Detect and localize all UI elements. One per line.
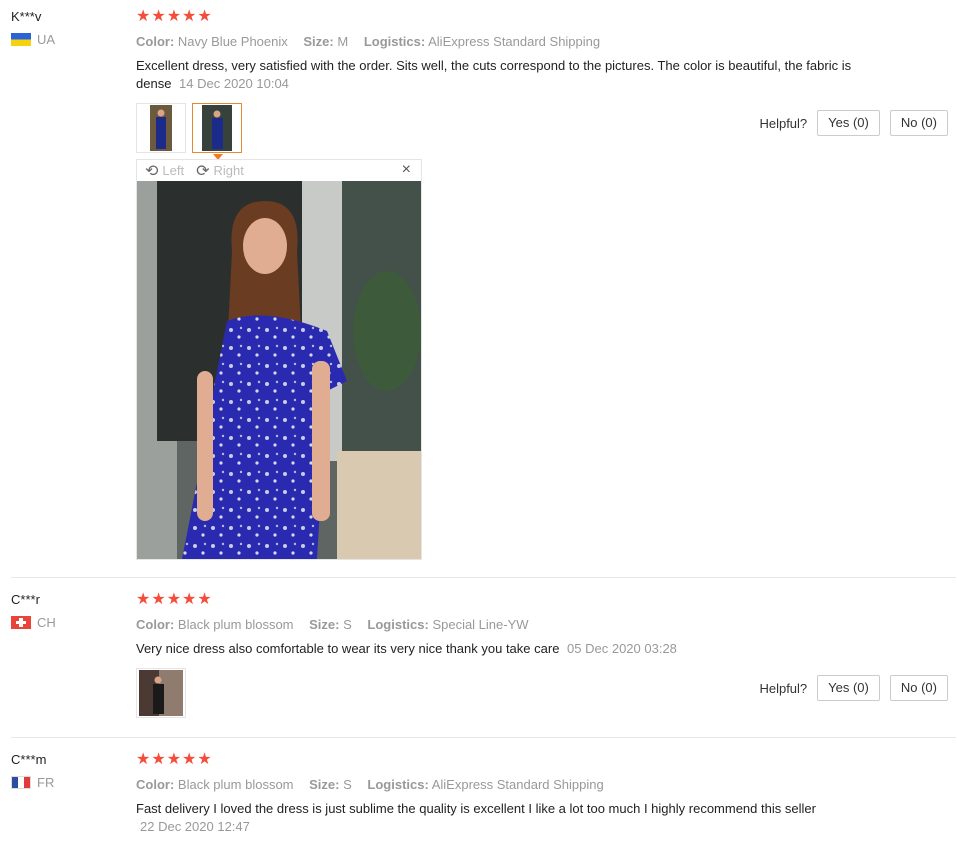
star-rating: ★★★★★: [136, 751, 213, 768]
review-content: ★★★★★ Color: Black plum blossom Size: S …: [136, 752, 856, 836]
color-value: Black plum blossom: [177, 617, 294, 632]
helpful-no-button[interactable]: No (0): [889, 110, 948, 136]
country-code: UA: [37, 32, 56, 47]
france-flag-icon: [11, 776, 31, 789]
reviewer-info: C***m FR: [11, 752, 54, 790]
rotate-left-button[interactable]: Left: [162, 163, 184, 178]
review-date: 22 Dec 2020 12:47: [140, 819, 250, 834]
reviewer-info: K***v UA: [11, 9, 55, 47]
country-code: CH: [37, 615, 56, 630]
size-value: S: [343, 777, 352, 792]
logistics-value: Special Line-YW: [432, 617, 529, 632]
review-text: Excellent dress, very satisfied with the…: [136, 57, 856, 93]
helpful-vote: Helpful? Yes (0) No (0): [759, 675, 948, 701]
review-photo-large: [137, 181, 421, 559]
helpful-no-button[interactable]: No (0): [889, 675, 948, 701]
review-date: 05 Dec 2020 03:28: [567, 641, 677, 656]
viewer-toolbar: ⟲ Left ⟳ Right ×: [137, 160, 421, 181]
helpful-yes-button[interactable]: Yes (0): [817, 675, 880, 701]
close-icon[interactable]: ×: [402, 161, 411, 179]
review-attributes: Color: Black plum blossom Size: S Logist…: [136, 777, 856, 792]
dress-photo-icon: [202, 105, 232, 151]
size-label: Size:: [309, 777, 340, 792]
review-photos: [136, 103, 856, 160]
logistics-label: Logistics:: [367, 777, 429, 792]
size-value: S: [343, 617, 352, 632]
review-body: Very nice dress also comfortable to wear…: [136, 641, 560, 656]
logistics-label: Logistics:: [367, 617, 429, 632]
helpful-vote: Helpful? Yes (0) No (0): [759, 110, 948, 136]
size-label: Size:: [309, 617, 340, 632]
logistics-value: AliExpress Standard Shipping: [431, 777, 604, 792]
review-date: 14 Dec 2020 10:04: [179, 76, 289, 91]
review-photos: [136, 668, 856, 718]
color-label: Color:: [136, 617, 175, 632]
rotate-right-button[interactable]: Right: [214, 163, 244, 178]
photo-thumbnail-active[interactable]: [192, 103, 242, 160]
color-label: Color:: [136, 34, 175, 49]
star-rating: ★★★★★: [136, 8, 213, 25]
country-code: FR: [37, 775, 55, 790]
photo-viewer: ⟲ Left ⟳ Right ×: [136, 159, 422, 560]
review-attributes: Color: Black plum blossom Size: S Logist…: [136, 617, 856, 632]
reviewer-country: FR: [11, 775, 54, 790]
reviewer-name: C***r: [11, 592, 40, 607]
review-text: Fast delivery I loved the dress is just …: [136, 800, 856, 836]
helpful-yes-button[interactable]: Yes (0): [817, 110, 880, 136]
size-value: M: [337, 34, 349, 49]
review-text: Very nice dress also comfortable to wear…: [136, 640, 856, 658]
review-body: Fast delivery I loved the dress is just …: [136, 801, 816, 816]
helpful-label: Helpful?: [759, 115, 808, 131]
review-divider: [11, 577, 956, 578]
dress-photo-icon: [139, 670, 183, 716]
logistics-label: Logistics:: [363, 34, 426, 49]
review-content: ★★★★★ Color: Navy Blue Phoenix Size: M L…: [136, 8, 856, 160]
reviewer-name: C***m: [11, 752, 47, 767]
switzerland-flag-icon: [11, 616, 31, 629]
color-value: Black plum blossom: [177, 777, 294, 792]
rotate-right-icon[interactable]: ⟳: [196, 161, 209, 181]
star-rating: ★★★★★: [136, 591, 213, 608]
size-label: Size:: [303, 34, 334, 49]
color-label: Color:: [136, 777, 175, 792]
dress-photo-icon: [150, 105, 172, 151]
reviewer-country: CH: [11, 615, 56, 630]
ukraine-flag-icon: [11, 33, 31, 46]
review-divider: [11, 737, 956, 738]
reviewer-name: K***v: [11, 9, 42, 24]
photo-thumbnail[interactable]: [136, 668, 186, 718]
reviewer-info: C***r CH: [11, 592, 56, 630]
review-content: ★★★★★ Color: Black plum blossom Size: S …: [136, 592, 856, 718]
helpful-label: Helpful?: [759, 680, 808, 696]
photo-thumbnail[interactable]: [136, 103, 186, 153]
logistics-value: AliExpress Standard Shipping: [428, 34, 601, 49]
rotate-left-icon[interactable]: ⟲: [145, 161, 158, 181]
reviewer-country: UA: [11, 32, 55, 47]
color-value: Navy Blue Phoenix: [177, 34, 288, 49]
review-attributes: Color: Navy Blue Phoenix Size: M Logisti…: [136, 34, 856, 49]
